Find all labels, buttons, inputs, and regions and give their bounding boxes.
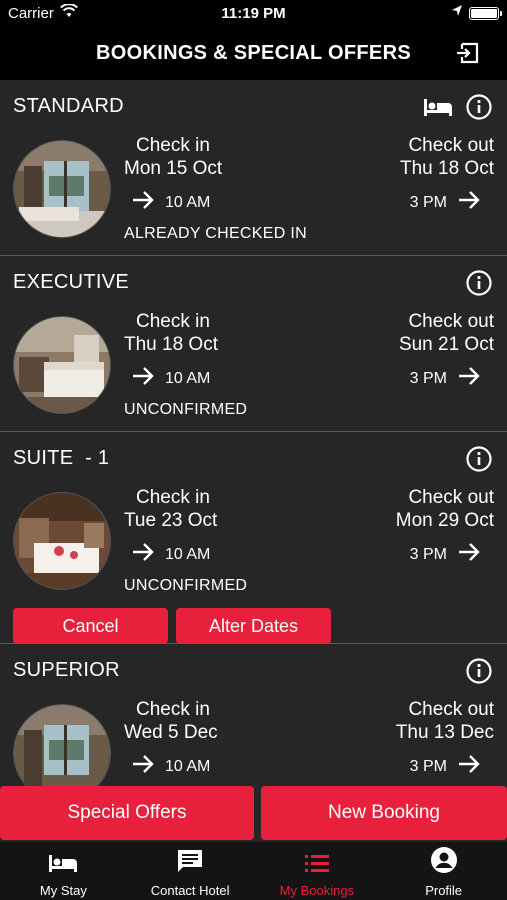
bed-icon — [423, 96, 453, 123]
list-icon — [304, 852, 330, 883]
tab-contact-hotel[interactable]: Contact Hotel — [127, 842, 254, 900]
checkout-date: Thu 18 Oct — [400, 158, 494, 179]
booking-card[interactable]: EXECUTIVE Check in Thu 18 Oct Check out … — [0, 256, 507, 432]
room-name: SUITE - 1 — [13, 447, 110, 469]
checkin-time-row: 10 AM — [131, 190, 210, 215]
checkin-time: 10 AM — [165, 757, 211, 775]
checkout-date: Thu 13 Dec — [395, 722, 494, 743]
booking-card[interactable]: SUITE - 1 Check in Tue 23 Oct Check out … — [0, 432, 507, 644]
checkout-label: Check out — [408, 311, 494, 332]
checkin-time-row: 10 AM — [131, 366, 210, 391]
arrow-right-icon — [131, 190, 155, 215]
checkout-block: Check out Thu 13 Dec — [396, 698, 494, 744]
checkin-label: Check in — [136, 487, 210, 508]
status-bar: Carrier 11:19 PM — [0, 0, 507, 28]
checkout-time-row: 3 PM — [410, 366, 481, 391]
checkout-time: 3 PM — [409, 369, 447, 387]
checkin-date: Thu 18 Oct — [124, 334, 218, 355]
booking-actions: Cancel Alter Dates — [13, 608, 331, 644]
info-icon[interactable] — [465, 445, 493, 478]
checkout-date: Sun 21 Oct — [398, 334, 494, 355]
info-icon[interactable] — [465, 93, 493, 126]
checkout-time: 3 PM — [409, 545, 447, 563]
tab-profile[interactable]: Profile — [380, 842, 507, 900]
checkout-time-row: 3 PM — [410, 754, 481, 779]
bottom-actions: Special Offers New Booking — [0, 786, 507, 842]
checkin-label: Check in — [136, 135, 210, 156]
nav-bar: BOOKINGS & SPECIAL OFFERS — [0, 28, 507, 80]
booking-status: ALREADY CHECKED IN — [124, 225, 307, 242]
account-icon — [430, 846, 458, 883]
info-icon[interactable] — [465, 269, 493, 302]
room-photo — [13, 492, 111, 590]
battery-icon — [469, 7, 502, 20]
tab-label: My Stay — [39, 883, 87, 898]
checkout-time: 3 PM — [409, 193, 447, 211]
tab-label: My Bookings — [279, 883, 355, 898]
room-photo — [13, 140, 111, 238]
room-name: EXECUTIVE — [13, 271, 130, 293]
checkin-block: Check in Tue 23 Oct — [124, 486, 217, 532]
checkout-date: Mon 29 Oct — [395, 510, 494, 531]
chat-icon — [176, 848, 204, 883]
booking-status: UNCONFIRMED — [124, 401, 248, 418]
arrow-right-icon — [131, 542, 155, 567]
location-arrow-icon — [451, 4, 463, 22]
room-photo — [13, 316, 111, 414]
page-title: BOOKINGS & SPECIAL OFFERS — [96, 42, 411, 64]
booking-status: UNCONFIRMED — [124, 577, 248, 594]
checkin-time: 10 AM — [165, 369, 211, 387]
arrow-right-icon — [131, 366, 155, 391]
checkout-time: 3 PM — [409, 757, 447, 775]
checkin-time-row: 10 AM — [131, 542, 210, 567]
checkin-block: Check in Wed 5 Dec — [124, 698, 218, 744]
clock: 11:19 PM — [221, 5, 286, 22]
info-icon[interactable] — [465, 657, 493, 690]
alter-dates-button[interactable]: Alter Dates — [176, 608, 331, 644]
checkout-label: Check out — [408, 135, 494, 156]
checkin-label: Check in — [136, 699, 210, 720]
room-name: STANDARD — [13, 95, 124, 117]
tab-label: Contact Hotel — [150, 883, 230, 898]
checkout-block: Check out Thu 18 Oct — [400, 134, 494, 180]
checkout-time-row: 3 PM — [410, 190, 481, 215]
new-booking-button[interactable]: New Booking — [261, 786, 507, 840]
room-name: SUPERIOR — [13, 659, 120, 681]
checkin-time: 10 AM — [165, 193, 211, 211]
arrow-right-icon — [131, 754, 155, 779]
checkin-time: 10 AM — [165, 545, 211, 563]
cancel-button[interactable]: Cancel — [13, 608, 168, 644]
bookings-list[interactable]: STANDARD Check in Mon 15 Oct Check out T… — [0, 80, 507, 842]
bed-icon — [48, 852, 78, 883]
arrow-right-icon — [457, 366, 481, 391]
checkin-date: Tue 23 Oct — [124, 510, 218, 531]
checkout-label: Check out — [408, 699, 494, 720]
tab-label: Profile — [425, 883, 463, 898]
checkin-block: Check in Mon 15 Oct — [124, 134, 222, 180]
arrow-right-icon — [457, 754, 481, 779]
checkout-block: Check out Mon 29 Oct — [396, 486, 494, 532]
booking-card[interactable]: STANDARD Check in Mon 15 Oct Check out T… — [0, 80, 507, 256]
arrow-right-icon — [457, 190, 481, 215]
checkout-label: Check out — [408, 487, 494, 508]
checkin-block: Check in Thu 18 Oct — [124, 310, 218, 356]
checkin-label: Check in — [136, 311, 210, 332]
tab-my-stay[interactable]: My Stay — [0, 842, 127, 900]
tab-my-bookings[interactable]: My Bookings — [254, 842, 381, 900]
checkin-date: Wed 5 Dec — [124, 722, 218, 743]
tab-bar: My Stay Contact Hotel My Bookings Profil… — [0, 842, 507, 900]
special-offers-button[interactable]: Special Offers — [0, 786, 254, 840]
arrow-right-icon — [457, 542, 481, 567]
checkout-block: Check out Sun 21 Oct — [399, 310, 494, 356]
checkin-date: Mon 15 Oct — [124, 158, 223, 179]
logout-icon[interactable] — [455, 40, 481, 71]
checkin-time-row: 10 AM — [131, 754, 210, 779]
checkout-time-row: 3 PM — [410, 542, 481, 567]
